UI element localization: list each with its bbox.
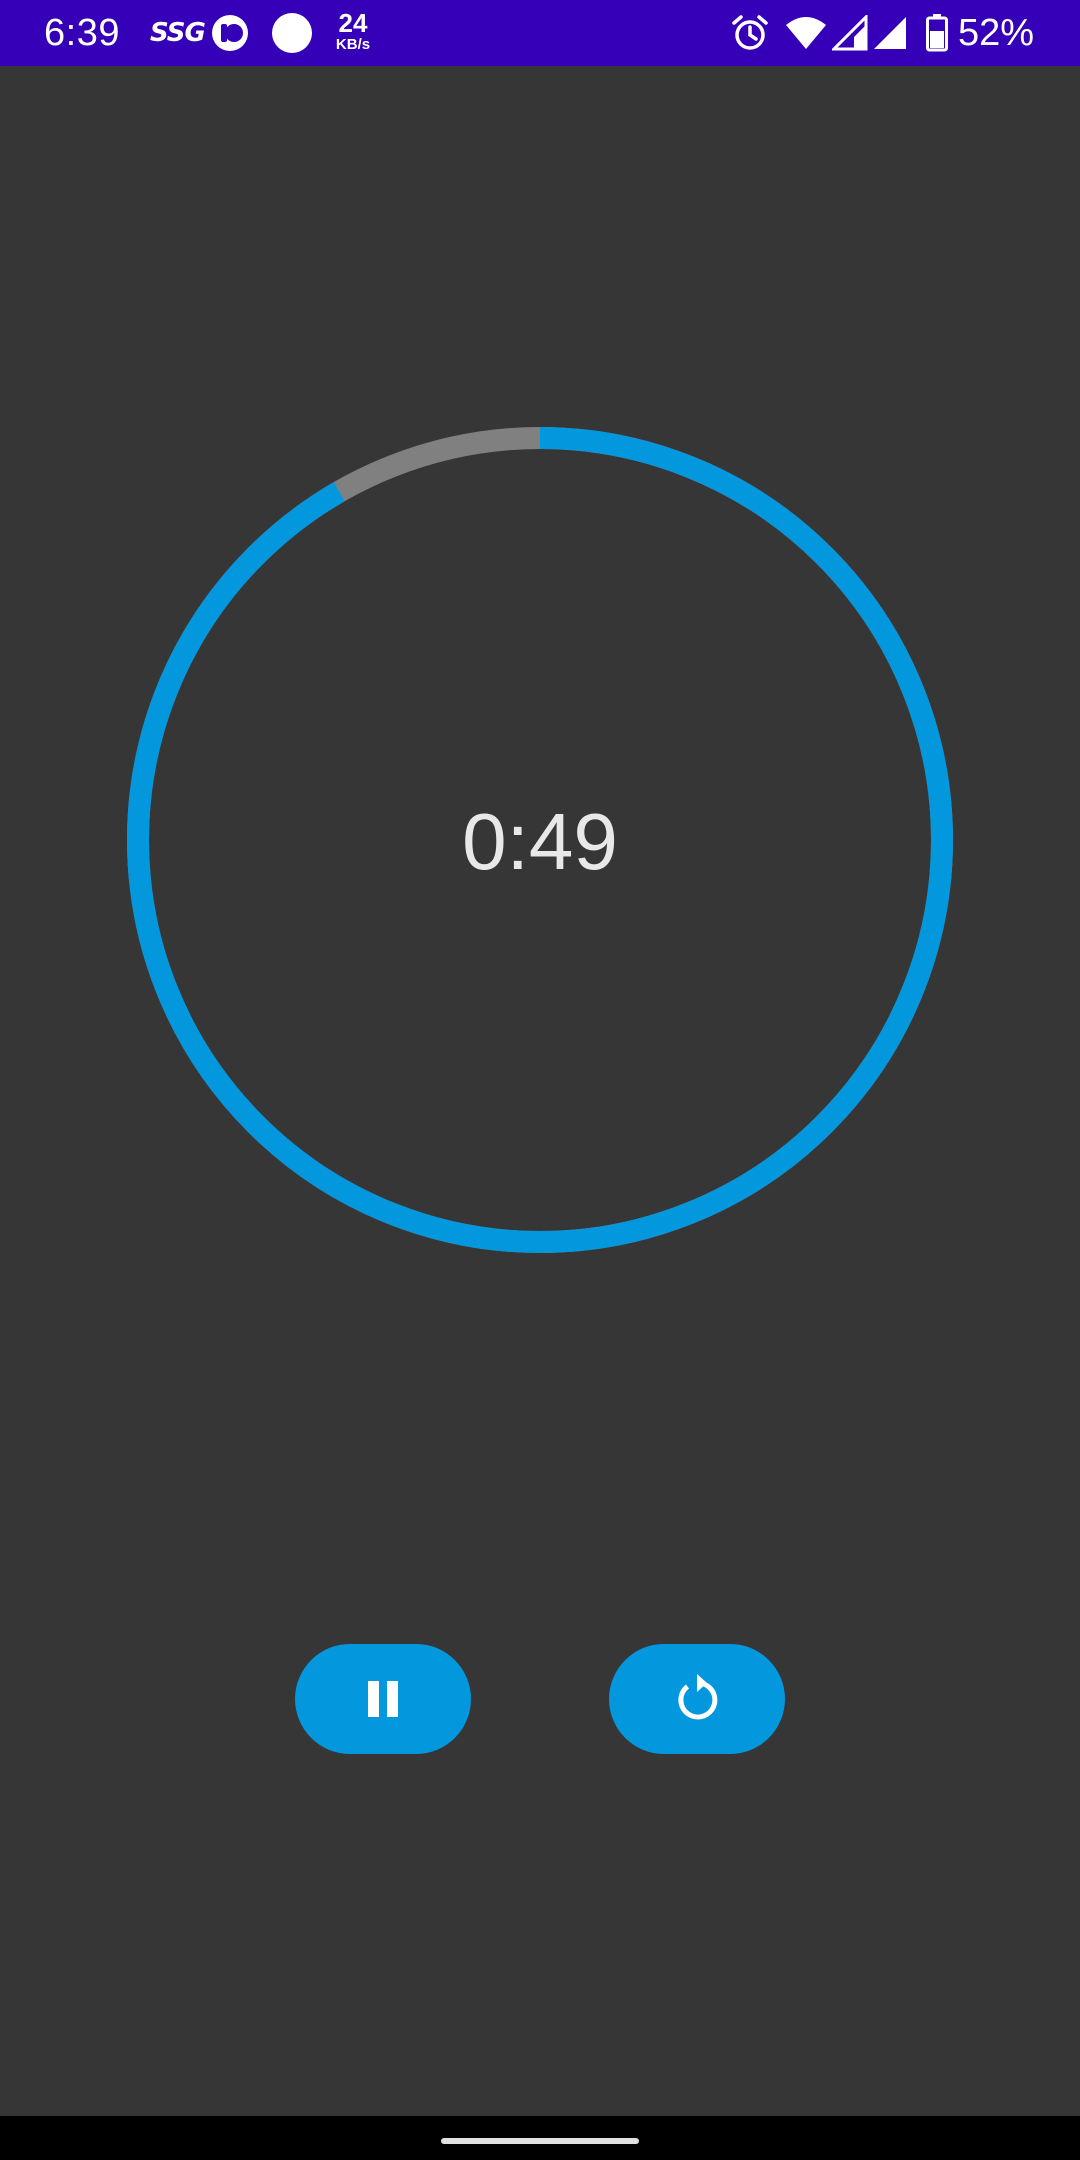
net-speed-value: 24 <box>338 8 368 38</box>
status-bar: 6:39 SSG 24 KB/s 52% <box>0 0 1080 66</box>
circle-notification-icon <box>270 10 314 56</box>
battery-icon <box>926 10 948 56</box>
home-gesture-handle[interactable] <box>441 2138 639 2144</box>
reset-icon <box>678 1674 718 1720</box>
alarm-icon <box>730 10 770 56</box>
ssg-icon: SSG <box>150 18 206 48</box>
signal-icon <box>872 10 908 56</box>
pause-icon <box>368 1681 398 1717</box>
app-notification-icon <box>210 10 250 56</box>
navigation-bar <box>0 2116 1080 2160</box>
reset-button[interactable] <box>609 1644 785 1754</box>
battery-percent: 52% <box>958 12 1035 54</box>
pause-button[interactable] <box>295 1644 471 1754</box>
net-speed-unit: KB/s <box>335 36 371 53</box>
signal-icon <box>832 10 868 56</box>
timer-display: 0:49 <box>462 797 618 886</box>
net-speed: 24 KB/s <box>330 10 376 54</box>
wifi-icon <box>784 10 828 56</box>
status-time: 6:39 <box>44 12 120 54</box>
timer-screen: 6:39 SSG 24 KB/s 52% 0:49 <box>0 0 1080 2160</box>
